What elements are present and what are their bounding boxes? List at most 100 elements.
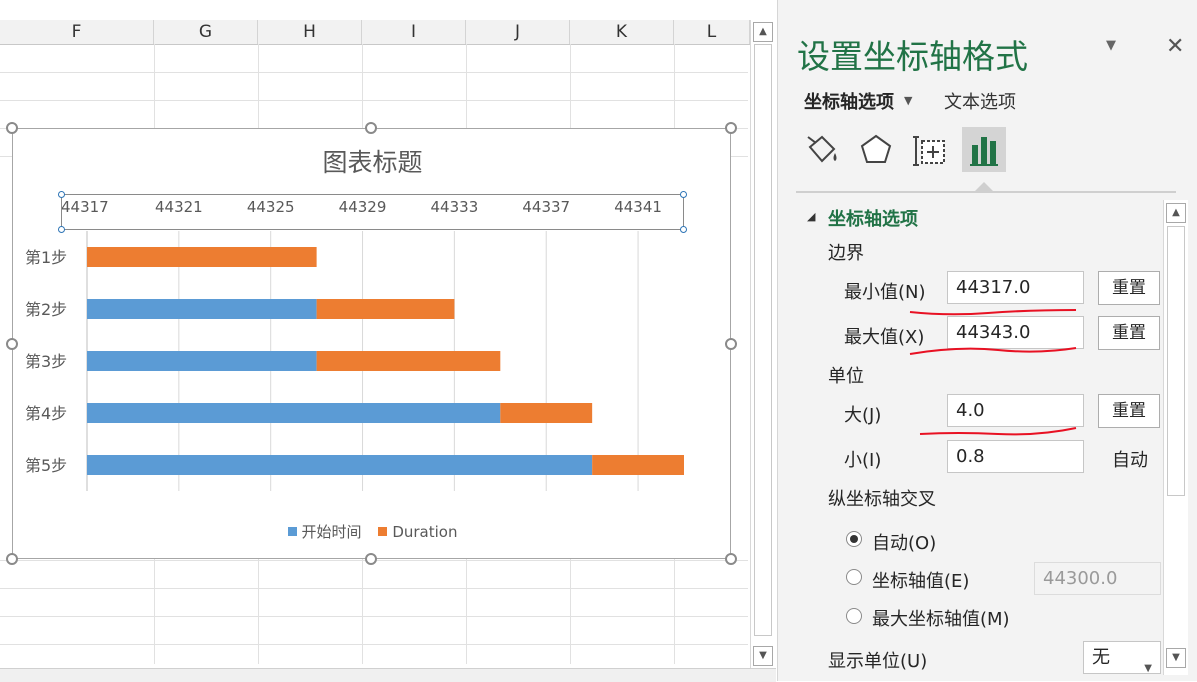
column-header: F G H I J K L bbox=[0, 20, 750, 45]
axis-handle-tr[interactable] bbox=[680, 191, 687, 198]
category-label: 第4步 bbox=[25, 404, 67, 423]
radio-axis-value[interactable] bbox=[846, 569, 862, 585]
category-label: 第5步 bbox=[25, 456, 67, 475]
scroll-up-icon[interactable]: ▲ bbox=[1166, 203, 1186, 223]
legend-item-start[interactable]: 开始时间 bbox=[287, 521, 362, 542]
category-label: 第2步 bbox=[25, 300, 67, 319]
axis-value-field[interactable]: 44300.0 bbox=[1034, 562, 1161, 595]
chevron-down-icon[interactable]: ▼ bbox=[904, 94, 912, 107]
min-value-field[interactable]: 44317.0 bbox=[947, 271, 1084, 304]
radio-axis-value-label[interactable]: 坐标轴值(E) bbox=[872, 567, 969, 593]
horizontal-axis-selection[interactable] bbox=[58, 191, 687, 233]
row-gridline bbox=[0, 588, 748, 589]
legend-item-duration[interactable]: Duration bbox=[378, 523, 457, 541]
minor-auto-label: 自动 bbox=[1112, 450, 1148, 471]
pane-scroll-thumb[interactable] bbox=[1167, 226, 1185, 496]
column-j[interactable]: J bbox=[466, 20, 570, 44]
tab-text-options[interactable]: 文本选项 bbox=[944, 88, 1016, 114]
tab-axis-options[interactable]: 坐标轴选项 bbox=[804, 88, 894, 114]
section-axis-options[interactable]: 坐标轴选项 bbox=[828, 205, 918, 231]
column-i[interactable]: I bbox=[362, 20, 466, 44]
row-gridline bbox=[0, 100, 748, 101]
legend-label-duration: Duration bbox=[392, 522, 458, 541]
scroll-up-icon[interactable]: ▲ bbox=[753, 22, 773, 42]
bar-start-time bbox=[87, 403, 501, 423]
minor-unit-field[interactable]: 0.8 bbox=[947, 440, 1084, 473]
radio-max-axis-value[interactable] bbox=[846, 608, 862, 624]
chart-handle-tr[interactable] bbox=[725, 122, 737, 134]
bar-start-time bbox=[87, 299, 317, 319]
axis-options-icon[interactable] bbox=[964, 129, 1004, 171]
row-gridline bbox=[0, 72, 748, 73]
column-h[interactable]: H bbox=[258, 20, 362, 44]
reset-major-button[interactable]: 重置 bbox=[1098, 394, 1160, 428]
bounds-label: 边界 bbox=[828, 243, 864, 264]
chart-handle-tm[interactable] bbox=[365, 122, 377, 134]
major-unit-field[interactable]: 4.0 bbox=[947, 394, 1084, 427]
chart-handle-br[interactable] bbox=[725, 553, 737, 565]
axis-handle-tl[interactable] bbox=[58, 191, 65, 198]
legend-swatch-start bbox=[287, 527, 297, 536]
category-label: 第1步 bbox=[25, 248, 67, 267]
pane-content: ◢ 坐标轴选项 边界 最小值(N) 44317.0 重置 最大值(X) 4434… bbox=[778, 200, 1197, 681]
collapse-triangle-icon[interactable]: ◢ bbox=[807, 210, 815, 223]
axis-handle-br[interactable] bbox=[680, 226, 687, 233]
bar-duration bbox=[592, 455, 684, 475]
chevron-down-icon[interactable]: ▼ bbox=[1106, 38, 1116, 53]
bar-start-time bbox=[87, 455, 593, 475]
red-annotation-major bbox=[919, 427, 1077, 436]
column-k[interactable]: K bbox=[570, 20, 674, 44]
min-label: 最小值(N) bbox=[844, 282, 926, 303]
radio-max-axis-value-label[interactable]: 最大坐标轴值(M) bbox=[872, 605, 1010, 631]
chevron-down-icon: ▼ bbox=[1144, 663, 1152, 674]
column-g[interactable]: G bbox=[154, 20, 258, 44]
row-gridline bbox=[0, 616, 748, 617]
scroll-down-icon[interactable]: ▼ bbox=[753, 646, 773, 666]
pane-title: 设置坐标轴格式 bbox=[797, 37, 1028, 76]
chart-handle-bm[interactable] bbox=[365, 553, 377, 565]
display-units-select[interactable]: 无 ▼ bbox=[1083, 641, 1161, 674]
close-icon[interactable]: ✕ bbox=[1166, 34, 1184, 59]
gantt-chart[interactable]: 图表标题 44317 44321 44325 44329 44333 44337 44341… bbox=[12, 128, 731, 559]
sheet-scroll-thumb[interactable] bbox=[754, 44, 772, 636]
axis-handle-bl[interactable] bbox=[58, 226, 65, 233]
display-units-label: 显示单位(U) bbox=[828, 651, 928, 672]
legend-swatch-duration bbox=[378, 527, 388, 536]
chart-legend[interactable]: 开始时间 Duration bbox=[13, 521, 732, 542]
scroll-down-icon[interactable]: ▼ bbox=[1166, 648, 1186, 668]
legend-label-start: 开始时间 bbox=[301, 523, 362, 541]
reset-max-button[interactable]: 重置 bbox=[1098, 316, 1160, 350]
reset-min-button[interactable]: 重置 bbox=[1098, 271, 1160, 305]
major-unit-label: 大(J) bbox=[844, 405, 882, 426]
display-units-value: 无 bbox=[1092, 647, 1110, 668]
bar-start-time bbox=[87, 351, 317, 371]
units-label: 单位 bbox=[828, 366, 864, 387]
bar-duration bbox=[316, 351, 501, 371]
column-f[interactable]: F bbox=[0, 20, 154, 44]
chart-handle-tl[interactable] bbox=[6, 122, 18, 134]
bar-duration bbox=[87, 247, 317, 267]
tab-separator bbox=[796, 191, 1176, 193]
fill-line-icon[interactable] bbox=[802, 129, 842, 171]
spreadsheet[interactable]: F G H I J K L 图表标题 44317 44321 44325 44329 4… bbox=[0, 0, 750, 681]
bar-duration bbox=[500, 403, 593, 423]
chart-handle-mr[interactable] bbox=[725, 338, 737, 350]
row-gridline bbox=[0, 644, 748, 645]
sheet-vertical-scrollbar[interactable]: ▲ ▼ bbox=[750, 20, 777, 668]
size-properties-icon[interactable] bbox=[910, 129, 950, 171]
format-axis-pane: 设置坐标轴格式 ▼ ✕ 坐标轴选项 ▼ 文本选项 ◢ 坐标轴选项 边界 最小值(… bbox=[777, 0, 1197, 681]
radio-auto[interactable] bbox=[846, 531, 862, 547]
bar-duration bbox=[316, 299, 455, 319]
radio-auto-label[interactable]: 自动(O) bbox=[872, 529, 936, 555]
pane-vertical-scrollbar[interactable]: ▲ ▼ bbox=[1163, 200, 1188, 675]
red-annotation-max bbox=[909, 347, 1077, 355]
minor-unit-label: 小(I) bbox=[844, 450, 882, 471]
cross-label: 纵坐标轴交叉 bbox=[828, 489, 936, 510]
chart-handle-ml[interactable] bbox=[6, 338, 18, 350]
effects-icon[interactable] bbox=[856, 129, 896, 171]
chart-handle-bl[interactable] bbox=[6, 553, 18, 565]
formula-strip bbox=[0, 0, 750, 21]
category-label: 第3步 bbox=[25, 352, 67, 371]
column-l[interactable]: L bbox=[674, 20, 750, 44]
sheet-horizontal-scrollbar[interactable] bbox=[0, 668, 776, 682]
